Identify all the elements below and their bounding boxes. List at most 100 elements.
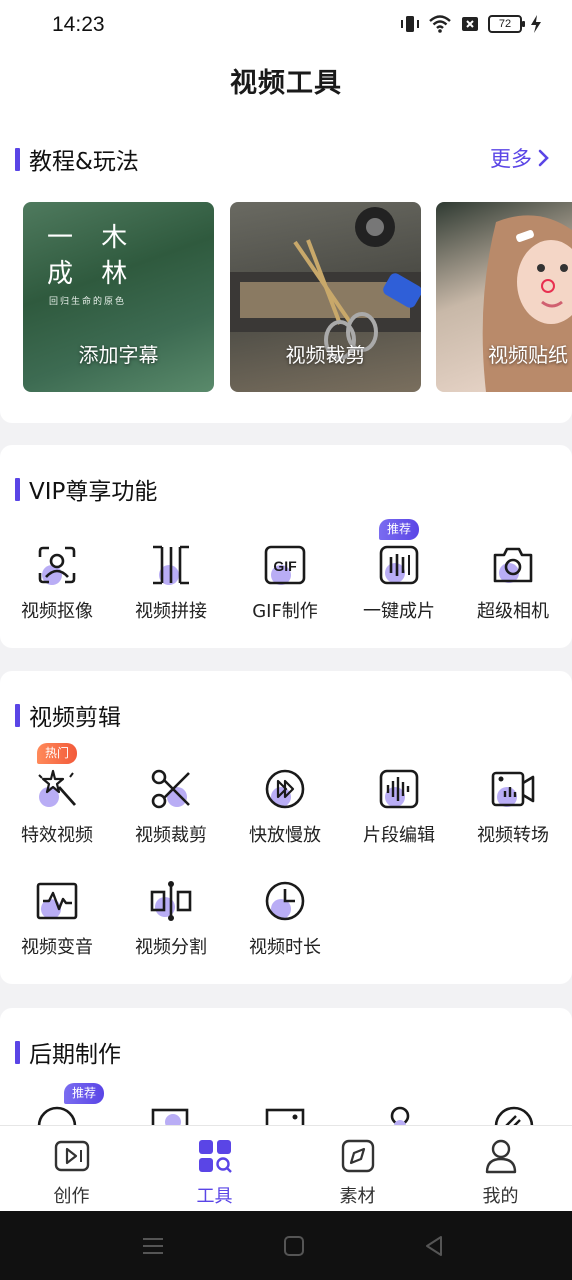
wifi-icon: [429, 15, 451, 33]
menu-icon[interactable]: [140, 1233, 166, 1259]
vip-title: VIP尊享功能: [29, 479, 158, 505]
edit-item-split[interactable]: 视频分割: [114, 879, 228, 959]
edit-item-duration[interactable]: 视频时长: [228, 879, 342, 959]
edit-item-crop[interactable]: 视频裁剪: [114, 767, 228, 847]
system-nav-bar: [0, 1211, 572, 1280]
profile-icon: [485, 1139, 516, 1174]
back-icon[interactable]: [421, 1233, 447, 1259]
recommend-badge: 推荐: [64, 1083, 105, 1104]
title-bar: 视频工具: [0, 52, 572, 116]
edit-label: 片段编辑: [363, 825, 435, 846]
edit-label: 特效视频: [21, 825, 93, 846]
portrait-cutout-icon: [35, 543, 79, 587]
forest-title: 一 木 成 林: [47, 220, 137, 292]
edit-label: 视频变音: [21, 937, 93, 958]
vip-label: 视频拼接: [135, 601, 207, 622]
section-accent-bar: [15, 477, 20, 501]
one-click-film-icon: 推荐: [377, 519, 421, 587]
charging-icon: [531, 15, 541, 33]
material-icon: [341, 1139, 374, 1173]
page-title: 视频工具: [230, 68, 342, 99]
tab-create[interactable]: 创作: [0, 1138, 143, 1208]
more-link[interactable]: 更多: [490, 143, 550, 173]
edit-label: 视频裁剪: [135, 825, 207, 846]
vibrate-icon: [401, 16, 419, 32]
vip-label: 超级相机: [477, 601, 549, 622]
video-camera-icon: [491, 767, 535, 811]
tutorial-card-crop[interactable]: 视频裁剪: [230, 202, 421, 392]
fast-forward-icon: [263, 767, 307, 811]
home-icon[interactable]: [281, 1233, 307, 1259]
edit-item-speed[interactable]: 快放慢放: [228, 767, 342, 847]
gif-icon: GIF: [263, 543, 307, 587]
tab-profile[interactable]: 我的: [429, 1138, 572, 1208]
edit-label: 视频时长: [249, 937, 321, 958]
voice-change-icon: [35, 879, 79, 923]
vip-item-camera[interactable]: 超级相机: [456, 543, 570, 623]
edit-item-segment[interactable]: 片段编辑: [342, 767, 456, 847]
post-title: 后期制作: [29, 1042, 121, 1068]
edit-label: 快放慢放: [249, 825, 321, 846]
tab-label: 我的: [482, 1186, 519, 1207]
status-icons: 72: [400, 14, 542, 34]
tutorial-label: 视频裁剪: [285, 343, 366, 367]
tutorial-card-subtitles[interactable]: 一 木 成 林 回归生命的原色 添加字幕: [23, 202, 214, 392]
clock-icon: [263, 879, 307, 923]
hot-badge: 热门: [36, 743, 78, 764]
splice-icon: [149, 543, 193, 587]
more-label: 更多: [490, 147, 532, 171]
vip-header: VIP尊享功能: [15, 472, 157, 506]
tab-tools[interactable]: 工具: [143, 1138, 286, 1208]
tutorial-card-sticker[interactable]: 视频贴纸: [436, 202, 572, 392]
no-sim-icon: [462, 17, 478, 31]
edit-section: 视频剪辑 热门 特效视频 视频裁剪 快放慢放 片段编辑 视频转场 视频变音 视频…: [0, 671, 572, 984]
section-accent-bar: [15, 1040, 20, 1064]
edit-item-transition[interactable]: 视频转场: [456, 767, 570, 847]
edit-label: 视频转场: [477, 825, 549, 846]
recommend-badge: 推荐: [378, 519, 420, 540]
scissors-icon: [149, 767, 193, 811]
edit-item-voice[interactable]: 视频变音: [0, 879, 114, 959]
magic-wand-icon: 热门: [35, 743, 79, 811]
create-icon: [54, 1140, 89, 1172]
tutorials-title: 教程&玩法: [29, 149, 139, 175]
edit-item-effects[interactable]: 热门 特效视频: [0, 743, 114, 847]
forest-line-1: 一 木: [47, 223, 138, 253]
vip-label: 视频抠像: [21, 601, 93, 622]
edit-header: 视频剪辑: [15, 698, 121, 732]
tab-material[interactable]: 素材: [286, 1138, 429, 1208]
vip-item-gif[interactable]: GIF GIF制作: [228, 543, 342, 623]
vip-item-splice[interactable]: 视频拼接: [114, 543, 228, 623]
bottom-tab-bar: 创作 工具 素材 我的: [0, 1125, 572, 1211]
tab-label: 创作: [53, 1186, 90, 1207]
audio-wave-icon: [377, 767, 421, 811]
vip-section: VIP尊享功能 视频抠像 视频拼接 GIF GIF制作 推荐 一键成片 超级相机: [0, 445, 572, 648]
tutorials-section: 教程&玩法 更多 一 木 成 林 回归生命的原色 添加字幕 视频裁剪 视频贴纸: [0, 116, 572, 423]
split-icon: [149, 879, 193, 923]
gif-icon-text: GIF: [273, 558, 297, 574]
tools-icon: [198, 1140, 232, 1173]
tutorial-label: 视频贴纸: [488, 343, 568, 367]
camera-icon: [491, 543, 535, 587]
tutorials-header: 教程&玩法: [15, 142, 139, 176]
vip-item-portrait-cutout[interactable]: 视频抠像: [0, 543, 114, 623]
chevron-right-icon: [538, 149, 549, 167]
tab-label: 工具: [196, 1186, 233, 1207]
edit-title: 视频剪辑: [29, 705, 121, 731]
status-time: 14:23: [52, 13, 105, 36]
tutorial-carousel[interactable]: 一 木 成 林 回归生命的原色 添加字幕 视频裁剪 视频贴纸: [23, 202, 572, 392]
section-accent-bar: [15, 703, 20, 727]
post-header: 后期制作: [15, 1035, 121, 1069]
section-accent-bar: [15, 147, 20, 171]
vip-label: 一键成片: [363, 601, 435, 622]
battery-level: 72: [498, 18, 512, 30]
vip-item-one-click-film[interactable]: 推荐 一键成片: [342, 519, 456, 623]
forest-subtitle: 回归生命的原色: [49, 297, 127, 307]
forest-line-2: 成 林: [47, 259, 138, 289]
tab-label: 素材: [339, 1186, 376, 1207]
vip-label: GIF制作: [252, 601, 318, 622]
status-bar: 14:23 72: [0, 0, 572, 52]
battery-icon: 72: [488, 15, 525, 33]
edit-label: 视频分割: [135, 937, 207, 958]
tutorial-label: 添加字幕: [78, 343, 159, 367]
